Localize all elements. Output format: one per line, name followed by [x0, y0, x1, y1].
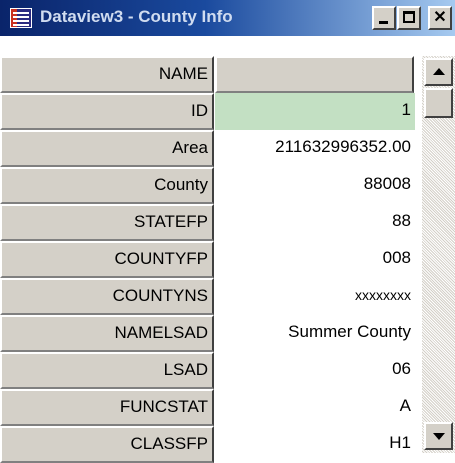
field-label[interactable]: STATEFP — [0, 204, 214, 241]
field-label[interactable]: COUNTYFP — [0, 241, 214, 278]
field-label[interactable]: County — [0, 167, 214, 204]
field-value[interactable] — [215, 56, 414, 93]
vertical-scrollbar[interactable] — [422, 56, 455, 453]
field-row-countyfp: COUNTYFP 008 — [0, 241, 420, 278]
close-button[interactable]: ✕ — [428, 6, 452, 30]
table-app-icon[interactable] — [10, 8, 32, 28]
field-value[interactable]: 88008 — [215, 167, 415, 204]
field-label[interactable]: ID — [0, 93, 214, 130]
field-value[interactable]: xxxxxxxx — [215, 278, 415, 315]
scroll-up-arrow-icon — [433, 68, 445, 75]
maximize-button[interactable] — [397, 6, 421, 30]
field-row-funcstat: FUNCSTAT A — [0, 389, 420, 426]
field-label[interactable]: CLASSFP — [0, 426, 214, 463]
close-icon: ✕ — [433, 9, 447, 26]
field-row-statefp: STATEFP 88 — [0, 204, 420, 241]
field-label[interactable]: Area — [0, 130, 214, 167]
field-value[interactable]: 88 — [215, 204, 415, 241]
field-grid: NAME ID 1 Area 211632996352.00 County 88… — [0, 56, 420, 463]
maximize-icon — [403, 11, 415, 23]
dataview-window: Dataview3 - County Info ✕ NAME ID 1 Area… — [0, 0, 455, 463]
field-row-county: County 88008 — [0, 167, 420, 204]
field-row-lsad: LSAD 06 — [0, 352, 420, 389]
icon-line — [13, 24, 29, 26]
field-value[interactable]: 06 — [215, 352, 415, 389]
scroll-down-button[interactable] — [424, 422, 453, 450]
field-row-id: ID 1 — [0, 93, 420, 130]
icon-line — [13, 12, 29, 14]
field-value[interactable]: 008 — [215, 241, 415, 278]
field-row-name: NAME — [0, 56, 420, 93]
field-value[interactable]: Summer County — [215, 315, 415, 352]
field-label[interactable]: NAME — [0, 56, 214, 93]
field-row-namelsad: NAMELSAD Summer County — [0, 315, 420, 352]
scroll-up-button[interactable] — [424, 58, 453, 86]
field-label[interactable]: NAMELSAD — [0, 315, 214, 352]
field-row-classfp: CLASSFP H1 — [0, 426, 420, 463]
window-title: Dataview3 - County Info — [40, 7, 233, 26]
minimize-button[interactable] — [372, 6, 396, 30]
field-label[interactable]: COUNTYNS — [0, 278, 214, 315]
icon-line — [13, 20, 29, 22]
field-value[interactable]: A — [215, 389, 415, 426]
field-label[interactable]: FUNCSTAT — [0, 389, 214, 426]
title-divider — [0, 36, 455, 56]
title-bar[interactable]: Dataview3 - County Info ✕ — [0, 0, 455, 36]
scroll-thumb[interactable] — [424, 88, 453, 118]
field-row-countyns: COUNTYNS xxxxxxxx — [0, 278, 420, 315]
scroll-down-arrow-icon — [433, 433, 445, 440]
icon-line — [13, 16, 29, 18]
field-row-area: Area 211632996352.00 — [0, 130, 420, 167]
field-value[interactable]: H1 — [215, 426, 415, 463]
field-label[interactable]: LSAD — [0, 352, 214, 389]
field-value[interactable]: 211632996352.00 — [215, 130, 415, 167]
field-value-selected[interactable]: 1 — [215, 93, 415, 130]
minimize-icon — [379, 21, 388, 24]
